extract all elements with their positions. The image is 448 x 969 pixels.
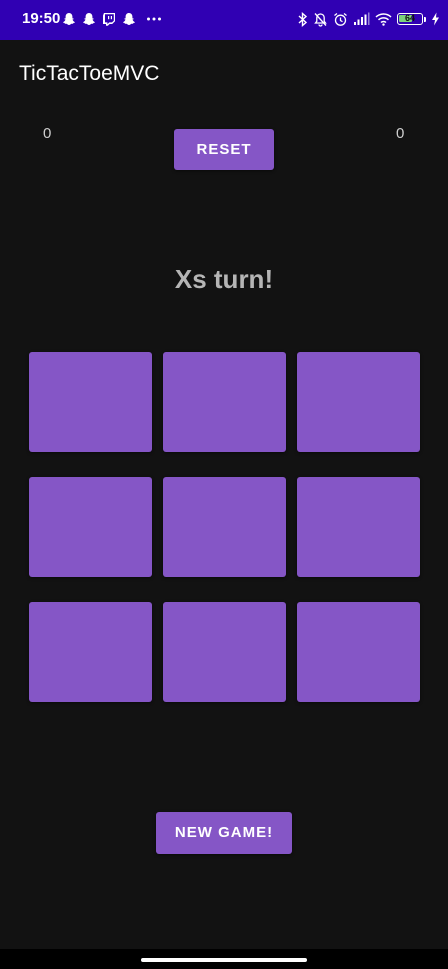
score-x: 0 <box>43 125 52 142</box>
score-o: 0 <box>396 125 405 142</box>
twitch-icon <box>102 12 116 26</box>
wifi-icon <box>375 12 392 26</box>
board-cell-7[interactable] <box>29 602 152 702</box>
more-dots-icon <box>146 12 162 26</box>
alarm-icon <box>333 12 348 27</box>
turn-indicator: Xs turn! <box>174 264 274 294</box>
board-cell-5[interactable] <box>163 477 286 577</box>
notification-icons <box>62 10 162 28</box>
status-bar: 19:50 64 <box>0 0 448 40</box>
board-cell-3[interactable] <box>297 352 420 452</box>
board-cell-4[interactable] <box>29 477 152 577</box>
muted-bell-icon <box>313 12 328 27</box>
snapchat-icon <box>82 12 96 26</box>
charging-bolt-icon <box>431 12 440 26</box>
battery-level: 64 <box>404 13 415 23</box>
snapchat-icon <box>62 12 76 26</box>
game-board <box>29 352 420 703</box>
new-game-button[interactable]: NEW GAME! <box>156 812 292 854</box>
app-title: TicTacToeMVC <box>19 62 160 85</box>
signal-icon <box>353 12 370 26</box>
board-cell-2[interactable] <box>163 352 286 452</box>
snapchat-icon <box>122 12 136 26</box>
board-cell-1[interactable] <box>29 352 152 452</box>
bluetooth-icon <box>298 11 308 27</box>
board-cell-8[interactable] <box>163 602 286 702</box>
board-cell-9[interactable] <box>297 602 420 702</box>
reset-button[interactable]: RESET <box>174 129 274 170</box>
system-icons: 64 <box>298 10 440 28</box>
status-time: 19:50 <box>22 10 61 27</box>
battery-icon: 64 <box>397 13 423 25</box>
home-gesture-handle[interactable] <box>141 958 307 962</box>
battery-tip <box>424 16 426 22</box>
board-cell-6[interactable] <box>297 477 420 577</box>
